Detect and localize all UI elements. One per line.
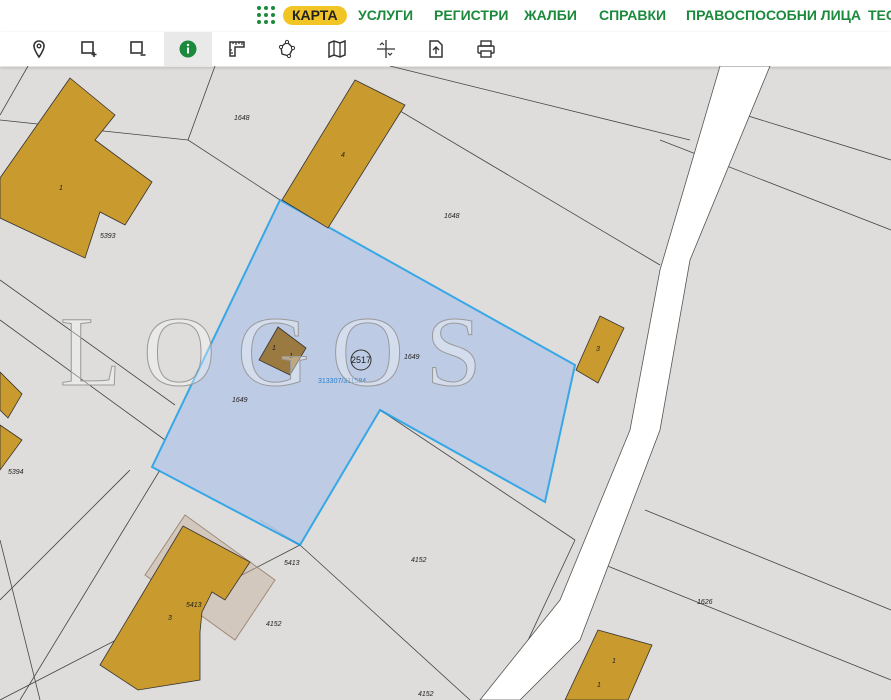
coordinates-icon[interactable] [362,32,410,66]
building-label: 3 [168,615,172,622]
parcel-label: 1626 [697,599,713,606]
nav-item-references[interactable]: СПРАВКИ [599,6,666,25]
parcel-label: 1648 [444,213,460,220]
parcel-label: 4152 [411,557,427,564]
logos-watermark: LOGOS [60,296,503,407]
nav-item-complaints[interactable]: ЖАЛБИ [524,6,577,25]
nav-item-test[interactable]: ТЕС [868,6,891,25]
building-label: 1 [59,185,63,192]
info-icon[interactable] [164,32,212,66]
nav-item-registers[interactable]: РЕГИСТРИ [434,6,508,25]
nav-item-services[interactable]: УСЛУГИ [358,6,413,25]
parcel-label: 5393 [100,233,116,240]
map-toolbar [0,32,891,67]
map-layers-icon[interactable] [313,32,361,66]
building-label: 3 [596,346,600,353]
parcel-label: 1648 [234,115,250,122]
nav-item-licensed-persons[interactable]: ПРАВОСПОСОБНИ ЛИЦА [686,6,861,25]
building-label: 1 [612,658,616,665]
building-label: 4 [341,152,345,159]
parcel-label: 5413 [284,560,300,567]
building[interactable] [575,315,625,384]
building[interactable] [0,424,23,471]
map-svg[interactable]: 2517 313307/311584 1648 1648 1649 1649 5… [0,66,891,700]
cadastral-map[interactable]: 2517 313307/311584 1648 1648 1649 1649 5… [0,66,891,700]
apps-grid-icon[interactable] [257,6,275,24]
building[interactable] [0,77,153,259]
marker-icon[interactable] [15,32,63,66]
parcel-label: 4152 [418,691,434,698]
parcel-label: 5413 [186,602,202,609]
parcel-label: 4152 [266,621,282,628]
polygon-icon[interactable] [263,32,311,66]
nav-item-map[interactable]: КАРТА [283,6,347,25]
top-navigation: КАРТА УСЛУГИ РЕГИСТРИ ЖАЛБИ СПРАВКИ ПРАВ… [0,0,891,32]
building[interactable] [0,371,23,419]
add-selection-icon[interactable] [65,32,113,66]
measure-icon[interactable] [213,32,261,66]
print-icon[interactable] [462,32,510,66]
parcel-label: 5394 [8,469,24,476]
building-label: 1 [597,682,601,689]
remove-selection-icon[interactable] [114,32,162,66]
export-icon[interactable] [412,32,460,66]
